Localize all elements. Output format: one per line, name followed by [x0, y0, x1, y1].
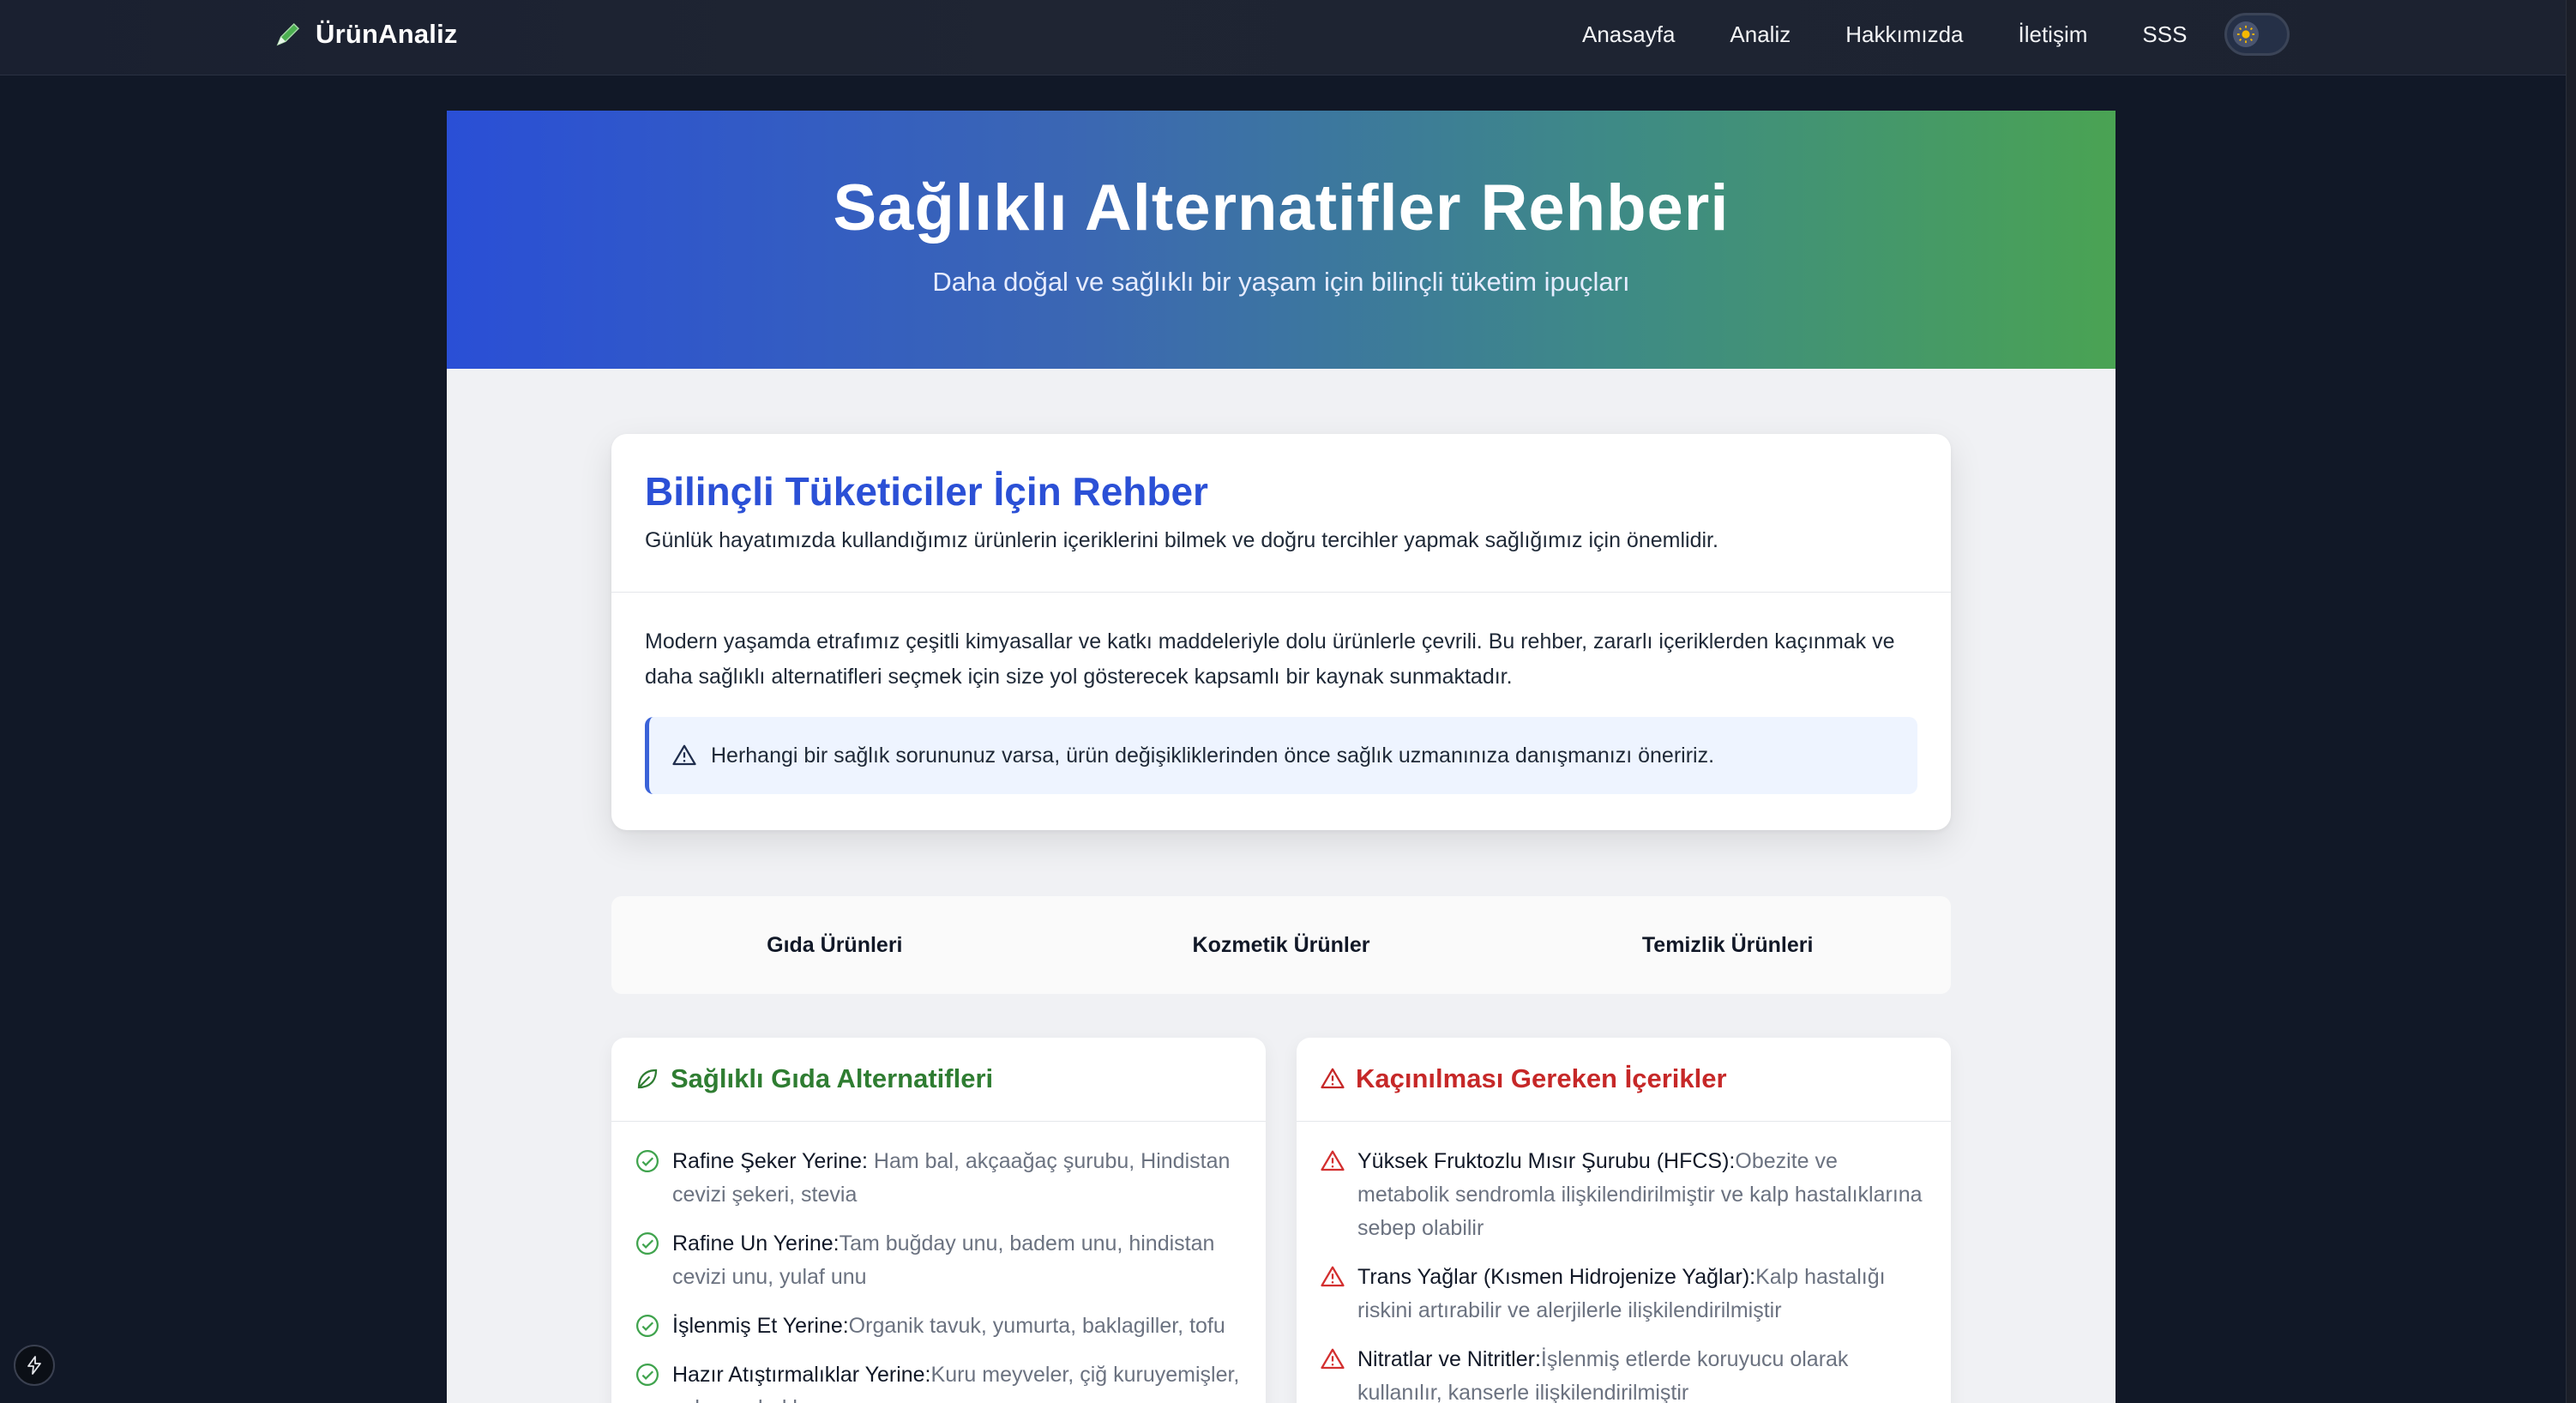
pencil-icon: [276, 22, 300, 46]
warning-triangle-icon: [672, 744, 696, 766]
list-item: Nitratlar ve Nitritler:İşlenmiş etlerde …: [1320, 1343, 1929, 1403]
toggle-knob: [2233, 21, 2259, 47]
healthy-list: Rafine Şeker Yerine: Ham bal, akçaağaç ş…: [635, 1145, 1243, 1403]
brand-name: ÜrünAnaliz: [316, 19, 458, 49]
notice-text: Herhangi bir sağlık sorununuz varsa, ürü…: [711, 743, 1715, 768]
nav-link-contact[interactable]: İletişim: [2019, 21, 2088, 48]
brand-link[interactable]: ÜrünAnaliz: [273, 15, 458, 53]
panel-title: Kaçınılması Gereken İçerikler: [1356, 1063, 1727, 1093]
main-content: Sağlıklı Alternatifler Rehberi Daha doğa…: [447, 111, 2116, 1403]
intro-card: Bilinçli Tüketiciler İçin Rehber Günlük …: [611, 434, 1951, 830]
item-desc: Organik tavuk, yumurta, baklagiller, tof…: [848, 1314, 1225, 1338]
intro-body: Modern yaşamda etrafımız çeşitli kimyasa…: [645, 629, 1895, 689]
nav-link-faq[interactable]: SSS: [2142, 21, 2187, 48]
panel-header: Sağlıklı Gıda Alternatifleri: [635, 1063, 993, 1094]
warning-triangle-icon: [1321, 1068, 1345, 1089]
warning-triangle-icon: [1321, 1348, 1345, 1370]
check-circle-icon: [636, 1150, 659, 1172]
divider: [611, 1121, 1266, 1122]
nav-link-about[interactable]: Hakkımızda: [1845, 21, 1963, 48]
nav-link-analysis[interactable]: Analiz: [1730, 21, 1791, 48]
list-item: Hazır Atıştırmalıklar Yerine:Kuru meyvel…: [635, 1358, 1243, 1403]
intro-title: Bilinçli Tüketiciler İçin Rehber: [645, 469, 1208, 514]
item-label: İşlenmiş Et Yerine:: [672, 1314, 849, 1338]
list-item: Yüksek Fruktozlu Mısır Şurubu (HFCS):Obe…: [1320, 1145, 1929, 1245]
lightning-icon: [27, 1356, 41, 1375]
divider: [611, 592, 1951, 593]
check-circle-icon: [636, 1364, 659, 1386]
item-label: Hazır Atıştırmalıklar Yerine:: [672, 1363, 931, 1387]
category-tabs: Gıda Ürünleri Kozmetik Ürünler Temizlik …: [611, 896, 1951, 994]
panel-header: Kaçınılması Gereken İçerikler: [1320, 1063, 1727, 1094]
warning-triangle-icon: [1321, 1266, 1345, 1287]
healthy-alternatives-panel: Sağlıklı Gıda Alternatifleri Rafine Şeke…: [611, 1038, 1266, 1403]
item-label: Rafine Şeker Yerine:: [672, 1149, 868, 1173]
page-scrollbar[interactable]: [2566, 0, 2576, 1403]
divider: [1297, 1121, 1951, 1122]
list-item: Rafine Şeker Yerine: Ham bal, akçaağaç ş…: [635, 1145, 1243, 1212]
list-item: Rafine Un Yerine:Tam buğday unu, badem u…: [635, 1227, 1243, 1294]
hero-banner: Sağlıklı Alternatifler Rehberi Daha doğa…: [447, 111, 2116, 369]
intro-lead: Günlük hayatımızda kullandığımız ürünler…: [645, 528, 1718, 552]
warning-notice: Herhangi bir sağlık sorununuz varsa, ürü…: [645, 717, 1917, 794]
nav-menu: Anasayfa Analiz Hakkımızda İletişim SSS: [1582, 19, 2187, 50]
hero-subtitle: Daha doğal ve sağlıklı bir yaşam için bi…: [932, 267, 1630, 297]
warning-triangle-icon: [1321, 1150, 1345, 1171]
list-item: İşlenmiş Et Yerine:Organik tavuk, yumurt…: [635, 1310, 1243, 1343]
tab-cleaning[interactable]: Temizlik Ürünleri: [1504, 933, 1951, 958]
nav-link-home[interactable]: Anasayfa: [1582, 21, 1675, 48]
tab-cosmetics[interactable]: Kozmetik Ürünler: [1058, 933, 1505, 958]
theme-toggle[interactable]: [2224, 13, 2290, 56]
dev-tools-button[interactable]: [14, 1345, 55, 1386]
hero-title: Sağlıklı Alternatifler Rehberi: [833, 172, 1730, 244]
item-label: Yüksek Fruktozlu Mısır Şurubu (HFCS):: [1357, 1149, 1736, 1173]
panel-title: Sağlıklı Gıda Alternatifleri: [671, 1063, 994, 1093]
item-label: Nitratlar ve Nitritler:: [1357, 1347, 1541, 1371]
tab-food[interactable]: Gıda Ürünleri: [611, 933, 1058, 958]
list-item: Trans Yağlar (Kısmen Hidrojenize Yağlar)…: [1320, 1261, 1929, 1328]
sun-icon: [2236, 25, 2255, 44]
check-circle-icon: [636, 1232, 659, 1255]
item-label: Trans Yağlar (Kısmen Hidrojenize Yağlar)…: [1357, 1265, 1756, 1289]
avoid-ingredients-panel: Kaçınılması Gereken İçerikler Yüksek Fru…: [1297, 1038, 1951, 1403]
avoid-list: Yüksek Fruktozlu Mısır Şurubu (HFCS):Obe…: [1320, 1145, 1929, 1403]
top-navbar: ÜrünAnaliz Anasayfa Analiz Hakkımızda İl…: [0, 0, 2566, 75]
check-circle-icon: [636, 1315, 659, 1337]
item-label: Rafine Un Yerine:: [672, 1231, 840, 1255]
leaf-icon: [637, 1069, 658, 1089]
